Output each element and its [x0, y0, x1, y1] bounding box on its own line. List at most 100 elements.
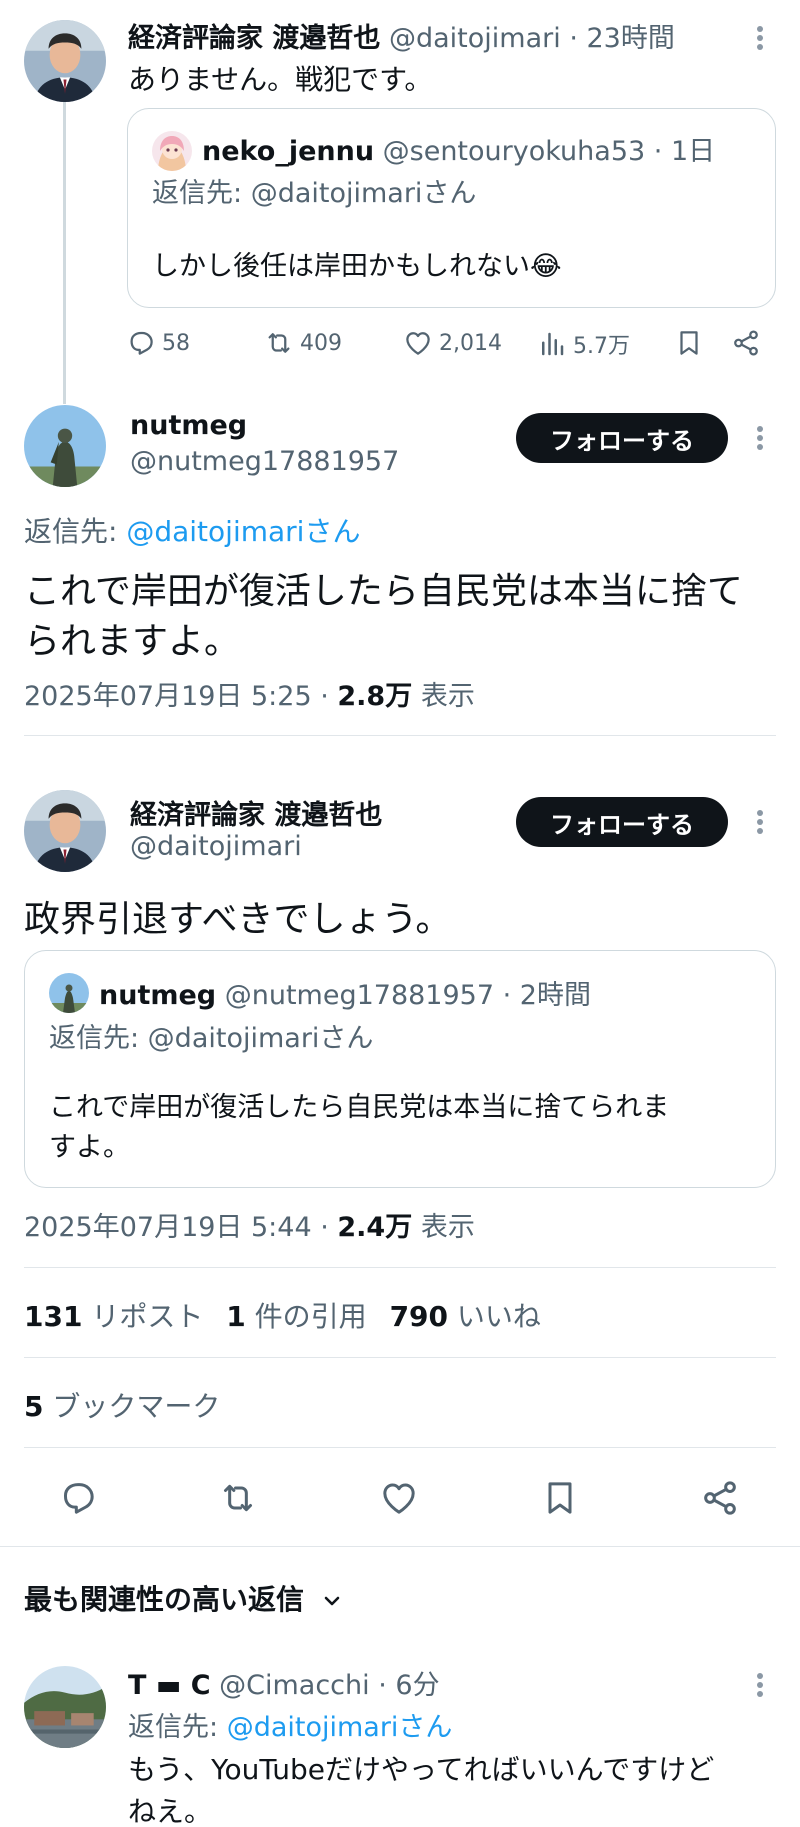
bookmark-icon: [540, 1478, 580, 1518]
avatar[interactable]: [24, 20, 106, 102]
quotes-label: 件の引用: [245, 1300, 367, 1333]
more-icon[interactable]: [745, 802, 775, 842]
author-handle[interactable]: @daitojimari: [130, 831, 302, 862]
reply-handle-link[interactable]: @daitojimariさん: [126, 515, 360, 548]
more-icon[interactable]: [745, 1665, 775, 1705]
repost-button[interactable]: 409: [264, 328, 342, 358]
quote-text-line: すよ。: [49, 1132, 130, 1163]
like-count: 2,014: [439, 330, 502, 356]
reply-suffix: さん: [422, 178, 477, 209]
quote-text-line: これで岸田が復活したら自民党は本当に捨てられま: [49, 1092, 670, 1123]
likes-stat[interactable]: 790 いいね: [390, 1300, 541, 1333]
share-button[interactable]: [700, 1478, 740, 1518]
bookmark-button[interactable]: [674, 328, 704, 358]
quotes-stat[interactable]: 1 件の引用: [226, 1300, 366, 1333]
replies-sort-dropdown[interactable]: 最も関連性の高い返信: [24, 1578, 344, 1618]
follow-button[interactable]: フォローする: [516, 797, 728, 847]
avatar[interactable]: [24, 1666, 106, 1748]
author-name[interactable]: T ▬ C: [128, 1670, 211, 1701]
likes-label: いいね: [448, 1300, 541, 1333]
author-handle[interactable]: @Cimacchi: [219, 1670, 370, 1701]
reply-icon: [126, 328, 156, 358]
more-icon[interactable]: [745, 418, 775, 458]
follow-button[interactable]: フォローする: [516, 413, 728, 463]
tweet-text-line: ねえ。: [128, 1795, 213, 1827]
quote-author-handle: @nutmeg17881957: [224, 980, 495, 1011]
tweet-time[interactable]: · 23時間: [569, 23, 675, 54]
views-icon: [537, 329, 567, 359]
reply-prefix: 返信先:: [24, 515, 127, 548]
author-handle[interactable]: @nutmeg17881957: [130, 446, 399, 477]
reply-to: 返信先: @daitojimariさん: [24, 510, 360, 550]
reply-prefix: 返信先:: [152, 178, 251, 209]
author-name[interactable]: 経済評論家 渡邉哲也: [128, 23, 380, 54]
quote-author-name: neko_jennu: [202, 136, 375, 167]
like-icon: [379, 1478, 419, 1518]
divider: [24, 735, 776, 736]
share-icon: [700, 1478, 740, 1518]
tweet-meta: 2025年07月19日 5:25 · 2.8万 表示: [24, 674, 475, 713]
quote-card[interactable]: neko_jennu @sentouryokuha53 · 1日 返信先: @d…: [127, 108, 776, 308]
reply-prefix: 返信先:: [128, 1712, 227, 1743]
tweet-text: ありません。戦犯です。: [128, 63, 433, 96]
tweet-text-line: もう、YouTubeだけやってればいいんですけど: [128, 1753, 715, 1786]
divider: [24, 1267, 776, 1268]
repost-count: 409: [300, 330, 342, 356]
quote-reply-to: 返信先: @daitojimariさん: [152, 171, 476, 210]
repost-icon: [218, 1478, 258, 1518]
like-button[interactable]: 2,014: [403, 328, 502, 358]
divider: [24, 1447, 776, 1448]
repost-button[interactable]: [218, 1478, 258, 1518]
views-label: 表示: [412, 1212, 475, 1243]
views-count: 2.8万: [337, 681, 413, 712]
share-button[interactable]: [731, 328, 761, 358]
like-button[interactable]: [379, 1478, 419, 1518]
quote-author-handle: @sentouryokuha53: [382, 136, 646, 167]
tweet-text-line: られますよ。: [24, 621, 241, 662]
quotes-count: 1: [226, 1300, 246, 1333]
reply-handle: @daitojimari: [250, 178, 423, 209]
quote-time: · 2時間: [502, 980, 591, 1011]
reposts-stat[interactable]: 131 リポスト: [24, 1300, 203, 1333]
quote-card[interactable]: nutmeg @nutmeg17881957 · 2時間 返信先: @daito…: [24, 950, 776, 1188]
reply-to: 返信先: @daitojimariさん: [128, 1705, 452, 1744]
author-name[interactable]: nutmeg: [130, 410, 247, 441]
avatar[interactable]: [24, 790, 106, 872]
author-name[interactable]: 経済評論家 渡邉哲也: [130, 793, 382, 832]
quote-author-name: nutmeg: [99, 980, 217, 1011]
like-icon: [403, 328, 433, 358]
quote-reply-to: 返信先: @daitojimariさん: [49, 1023, 374, 1054]
tweet-meta: 2025年07月19日 5:44 · 2.4万 表示: [24, 1205, 475, 1244]
quote-time: · 1日: [653, 136, 716, 167]
reply-button[interactable]: [58, 1478, 98, 1518]
reposts-label: リポスト: [82, 1300, 204, 1333]
reply-count: 58: [162, 330, 190, 356]
likes-count: 790: [389, 1300, 449, 1333]
more-icon[interactable]: [745, 18, 775, 58]
bookmarks-label: ブックマーク: [43, 1390, 221, 1423]
replies-sort-label: 最も関連性の高い返信: [24, 1583, 305, 1616]
timestamp[interactable]: 2025年07月19日 5:44 ·: [24, 1212, 337, 1243]
author-handle[interactable]: @daitojimari: [389, 23, 561, 54]
divider: [24, 1357, 776, 1358]
tweet-text: 政界引退すべきでしょう。: [24, 899, 452, 940]
bookmarks-stat[interactable]: 5 ブックマーク: [24, 1385, 220, 1425]
timestamp[interactable]: 2025年07月19日 5:25 ·: [24, 681, 337, 712]
reply-button[interactable]: 58: [126, 328, 190, 358]
bookmarks-count: 5: [24, 1390, 44, 1423]
avatar: [152, 131, 192, 171]
tweet-text-line: これで岸田が復活したら自民党は本当に捨て: [24, 571, 743, 612]
views-count: 5.7万: [573, 334, 630, 359]
bookmark-button[interactable]: [540, 1478, 580, 1518]
quote-text: しかし後任は岸田かもしれない😂: [152, 251, 562, 282]
views-label: 表示: [412, 681, 475, 712]
thread-line: [63, 92, 66, 404]
section-divider: [0, 1546, 800, 1547]
avatar[interactable]: [24, 405, 106, 487]
tweet-time[interactable]: · 6分: [378, 1670, 439, 1701]
reply-handle-link[interactable]: @daitojimariさん: [227, 1712, 453, 1743]
reposts-count: 131: [24, 1300, 83, 1333]
repost-icon: [264, 328, 294, 358]
chevron-down-icon: [324, 1596, 340, 1606]
views-button[interactable]: 5.7万: [537, 328, 630, 360]
